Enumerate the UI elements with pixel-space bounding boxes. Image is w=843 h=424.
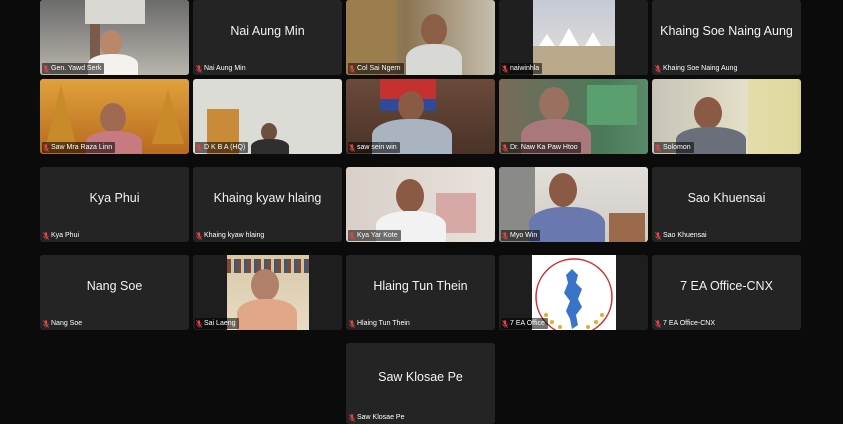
mic-muted-icon [43, 143, 49, 152]
participant-tile[interactable]: Hlaing Tun Thein Hlaing Tun Thein [346, 255, 495, 330]
participant-tile[interactable]: saw sein win [346, 79, 495, 154]
mic-muted-icon [196, 64, 202, 73]
mic-muted-icon [349, 413, 355, 422]
participant-name: Saw Mra Raza Linn [51, 144, 113, 151]
participant-name: Gen. Yawd Serk [51, 65, 102, 72]
participant-name: 7 EA Office [510, 320, 545, 327]
participant-tile[interactable]: Khaing kyaw hlaing Khaing kyaw hlaing [193, 167, 342, 242]
participant-name: Solomon [663, 144, 691, 151]
participant-tile[interactable]: Saw Klosae Pe Saw Klosae Pe [346, 343, 495, 424]
participant-label: Col Sai Ngern [348, 63, 404, 74]
participant-label: Hlaing Tun Thein [348, 318, 413, 329]
mic-muted-icon [349, 231, 355, 240]
participant-name: Kya Yar Kote [357, 232, 398, 239]
participant-tile[interactable]: Nang Soe Nang Soe [40, 255, 189, 330]
participant-display-name: Khaing kyaw hlaing [213, 190, 322, 205]
participant-label: Myo Win [501, 230, 541, 241]
mic-muted-icon [43, 64, 49, 73]
participant-name: 7 EA Office-CNX [663, 320, 716, 327]
participant-tile[interactable]: naiwinhla [499, 0, 648, 75]
participant-label: Khaing Soe Naing Aung [654, 63, 740, 74]
mic-muted-icon [502, 143, 508, 152]
participant-display-name: Saw Klosae Pe [378, 369, 463, 384]
mic-muted-icon [196, 143, 202, 152]
participant-tile[interactable]: Myo Win [499, 167, 648, 242]
participant-name: naiwinhla [510, 65, 540, 72]
participant-tile[interactable]: Dr. Naw Ka Paw Htoo [499, 79, 648, 154]
participant-display-name: Kya Phui [89, 190, 140, 205]
participant-label: Dr. Naw Ka Paw Htoo [501, 142, 581, 153]
participant-name: Col Sai Ngern [357, 65, 401, 72]
participant-tile[interactable]: Kya Yar Kote [346, 167, 495, 242]
participant-tile[interactable]: Saw Mra Raza Linn [40, 79, 189, 154]
participant-name: Khaing Soe Naing Aung [663, 65, 738, 72]
mic-muted-icon [502, 319, 508, 328]
mic-muted-icon [196, 319, 202, 328]
participant-display-name: 7 EA Office-CNX [680, 278, 773, 293]
participant-name: Sai Laeng [204, 320, 236, 327]
participant-name: Hlaing Tun Thein [357, 320, 410, 327]
participant-tile[interactable]: Gen. Yawd Serk [40, 0, 189, 75]
participant-label: Gen. Yawd Serk [42, 63, 105, 74]
participant-tile[interactable]: Solomon [652, 79, 801, 154]
participant-name: Sao Khuensai [663, 232, 707, 239]
participant-label: saw sein win [348, 142, 400, 153]
mic-muted-icon [43, 231, 49, 240]
participant-label: Kya Phui [42, 230, 82, 241]
participant-name: Nai Aung Min [204, 65, 246, 72]
mic-muted-icon [349, 143, 355, 152]
participant-label: Saw Mra Raza Linn [42, 142, 116, 153]
mic-muted-icon [655, 319, 661, 328]
participant-label: Sai Laeng [195, 318, 239, 329]
participant-name: Dr. Naw Ka Paw Htoo [510, 144, 578, 151]
participant-display-name: Khaing Soe Naing Aung [660, 23, 793, 38]
mic-muted-icon [655, 143, 661, 152]
mic-muted-icon [502, 64, 508, 73]
participant-display-name: Hlaing Tun Thein [373, 278, 468, 293]
participant-label: Khaing kyaw hlaing [195, 230, 267, 241]
participant-label: Sao Khuensai [654, 230, 710, 241]
participant-tile[interactable]: 7 EA Office [499, 255, 648, 330]
participant-display-name: Nang Soe [86, 278, 143, 293]
mic-muted-icon [43, 319, 49, 328]
participant-name: D K B A (HQ) [204, 144, 246, 151]
mic-muted-icon [349, 64, 355, 73]
mic-muted-icon [502, 231, 508, 240]
participant-label: Saw Klosae Pe [348, 412, 407, 423]
participant-display-name: Nai Aung Min [230, 23, 305, 38]
participant-name: Saw Klosae Pe [357, 414, 405, 421]
participant-tile[interactable]: Col Sai Ngern [346, 0, 495, 75]
participant-tile[interactable]: Nai Aung Min Nai Aung Min [193, 0, 342, 75]
mic-muted-icon [655, 231, 661, 240]
participant-label: 7 EA Office-CNX [654, 318, 718, 329]
participant-tile[interactable]: D K B A (HQ) [193, 79, 342, 154]
participant-tile[interactable]: Sao Khuensai Sao Khuensai [652, 167, 801, 242]
participant-name: Myo Win [510, 232, 538, 239]
participant-label: D K B A (HQ) [195, 142, 249, 153]
participant-label: Nai Aung Min [195, 63, 249, 74]
participant-label: Kya Yar Kote [348, 230, 401, 241]
participant-tile[interactable]: Khaing Soe Naing Aung Khaing Soe Naing A… [652, 0, 801, 75]
mic-muted-icon [196, 231, 202, 240]
participant-tile[interactable]: Sai Laeng [193, 255, 342, 330]
participant-tile[interactable]: Kya Phui Kya Phui [40, 167, 189, 242]
participant-display-name: Sao Khuensai [687, 190, 766, 205]
participant-name: saw sein win [357, 144, 397, 151]
participant-name: Kya Phui [51, 232, 80, 239]
participant-label: naiwinhla [501, 63, 543, 74]
participant-name: Nang Soe [51, 320, 83, 327]
participant-name: Khaing kyaw hlaing [204, 232, 265, 239]
mic-muted-icon [655, 64, 661, 73]
participant-label: Solomon [654, 142, 694, 153]
participant-tile[interactable]: 7 EA Office-CNX 7 EA Office-CNX [652, 255, 801, 330]
mic-muted-icon [349, 319, 355, 328]
participant-label: 7 EA Office [501, 318, 548, 329]
participant-label: Nang Soe [42, 318, 85, 329]
